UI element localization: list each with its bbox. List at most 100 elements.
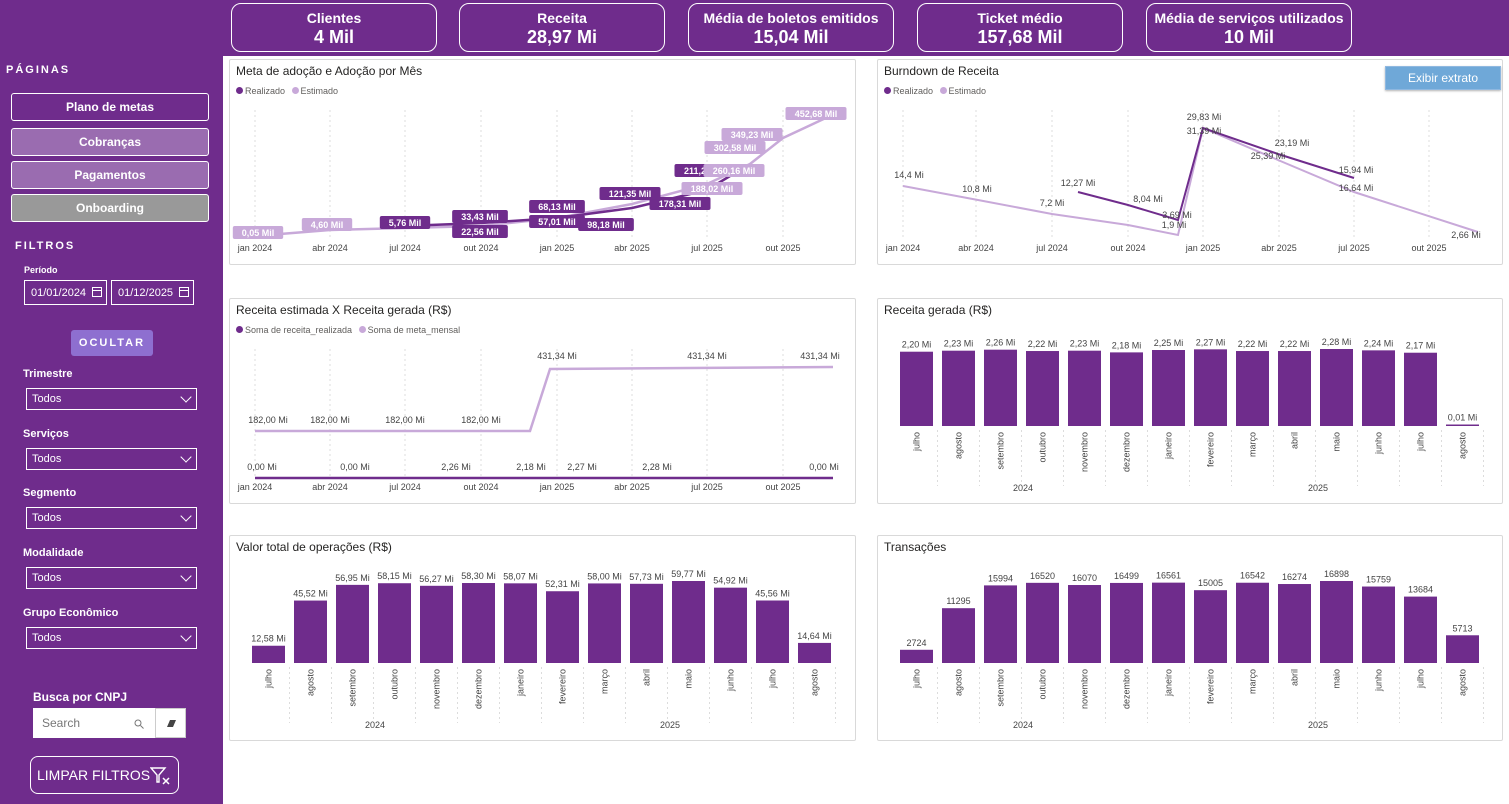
page-button-onboarding[interactable]: Onboarding xyxy=(11,194,209,222)
year-label: 2025 xyxy=(660,720,680,730)
bar xyxy=(756,600,789,663)
data-label: 58,30 Mi xyxy=(461,571,496,581)
eraser-icon xyxy=(166,720,176,727)
filter-label-trimestre: Trimestre xyxy=(23,368,73,380)
x-tick-label: jan 2025 xyxy=(1185,243,1221,253)
bar xyxy=(942,608,975,663)
x-tick-label: jan 2024 xyxy=(237,243,273,253)
chart-panel-transacoes: Transações 2724 julho 11295 agosto 15994 sete… xyxy=(877,535,1503,741)
filter-select-modalidade[interactable]: Todos xyxy=(26,567,197,589)
data-label: 2,66 Mi xyxy=(1451,230,1481,240)
data-label: 15759 xyxy=(1366,575,1391,585)
bar xyxy=(714,587,747,663)
bar xyxy=(546,591,579,663)
x-tick-label: jan 2024 xyxy=(237,482,273,492)
chevron-down-icon xyxy=(180,630,192,642)
data-label: 14,64 Mi xyxy=(797,631,832,641)
data-label: 16561 xyxy=(1156,571,1181,581)
data-label: 431,34 Mi xyxy=(800,351,840,361)
bar xyxy=(1320,581,1353,663)
eraser-button[interactable] xyxy=(155,708,186,738)
bar xyxy=(900,649,933,663)
x-tick-label: março xyxy=(1248,432,1258,457)
kpi-title: Clientes xyxy=(306,10,362,26)
data-label: 0,01 Mi xyxy=(1448,413,1478,423)
data-label: 12,58 Mi xyxy=(251,634,286,644)
page-button-pagamentos[interactable]: Pagamentos xyxy=(11,161,209,189)
x-tick-label: maio xyxy=(1332,432,1342,452)
bar xyxy=(1446,424,1479,426)
bar xyxy=(1110,582,1143,663)
chart-receita-gerada: 2,20 Mi julho 2,23 Mi agosto 2,26 Mi setembro… xyxy=(900,337,1484,493)
bar xyxy=(798,642,831,663)
date-start-input[interactable]: 01/01/2024 xyxy=(24,280,107,305)
bar xyxy=(1278,584,1311,663)
chart-panel-receita-gerada: Receita gerada (R$) 2,20 Mi julho 2,23 Mi a… xyxy=(877,298,1503,504)
cnpj-search-input[interactable]: Search xyxy=(33,708,155,738)
kpi-value: 10 Mil xyxy=(1223,27,1275,47)
x-tick-label: agosto xyxy=(1458,669,1468,696)
data-label: 29,83 Mi xyxy=(1187,112,1222,122)
x-tick-label: outubro xyxy=(390,669,400,700)
data-label: 188,02 Mil xyxy=(691,184,734,194)
filter-select-trimestre[interactable]: Todos xyxy=(26,388,197,410)
data-label: 2,17 Mi xyxy=(1406,341,1436,351)
kpi-card-ticket: Ticket médio 157,68 Mil xyxy=(917,3,1123,52)
data-label: 56,27 Mi xyxy=(419,574,454,584)
chevron-down-icon xyxy=(180,451,192,463)
page-button-plano-de-metas[interactable]: Plano de metas xyxy=(11,93,209,121)
date-end-input[interactable]: 01/12/2025 xyxy=(111,280,194,305)
filter-select-servicos[interactable]: Todos xyxy=(26,448,197,470)
x-tick-label: abr 2024 xyxy=(312,482,348,492)
x-tick-label: jan 2025 xyxy=(539,482,575,492)
x-tick-label: setembro xyxy=(348,669,358,707)
bar xyxy=(1362,586,1395,663)
calendar-icon[interactable] xyxy=(179,287,189,297)
bar xyxy=(1194,349,1227,426)
show-statement-button[interactable]: Exibir extrato xyxy=(1385,66,1501,90)
data-label: 4,60 Mil xyxy=(311,220,344,230)
year-label: 2024 xyxy=(1013,483,1033,493)
bar xyxy=(1152,582,1185,663)
bar xyxy=(1236,351,1269,426)
bar xyxy=(336,584,369,663)
x-tick-label: out 2025 xyxy=(1411,243,1446,253)
bar xyxy=(1110,352,1143,426)
bar xyxy=(1446,635,1479,663)
kpi-value: 4 Mil xyxy=(313,27,354,47)
x-tick-label: out 2024 xyxy=(1110,243,1145,253)
data-label: 0,00 Mi xyxy=(340,462,370,472)
page-button-cobrancas[interactable]: Cobranças xyxy=(11,128,209,156)
bar xyxy=(378,583,411,663)
clear-filters-button[interactable]: LIMPAR FILTROS xyxy=(30,756,179,794)
hide-button[interactable]: OCULTAR xyxy=(71,330,153,356)
sidebar: PÁGINAS Plano de metas Cobranças Pagamen… xyxy=(0,56,223,804)
data-label: 3,69 Mi xyxy=(1162,210,1192,220)
x-tick-label: jul 2024 xyxy=(388,482,421,492)
x-tick-label: jul 2025 xyxy=(1337,243,1370,253)
filter-select-grupo-economico[interactable]: Todos xyxy=(26,627,197,649)
data-label: 2,23 Mi xyxy=(1070,339,1100,349)
calendar-icon[interactable] xyxy=(92,287,102,297)
data-label: 8,04 Mi xyxy=(1133,194,1163,204)
kpi-title: Média de boletos emitidos xyxy=(703,10,879,26)
data-label: 16542 xyxy=(1240,571,1265,581)
data-label: 2,22 Mi xyxy=(1280,339,1310,349)
data-label: 68,13 Mil xyxy=(538,202,576,212)
filter-select-segmento[interactable]: Todos xyxy=(26,507,197,529)
kpi-value: 157,68 Mil xyxy=(977,27,1063,47)
data-label: 2,26 Mi xyxy=(986,338,1016,348)
x-tick-label: janeiro xyxy=(1164,432,1174,460)
x-tick-label: fevereiro xyxy=(558,669,568,704)
data-label: 2,18 Mi xyxy=(516,462,546,472)
data-label: 2,22 Mi xyxy=(1238,339,1268,349)
data-label: 2,24 Mi xyxy=(1364,338,1394,348)
data-label: 45,56 Mi xyxy=(755,588,790,598)
data-label: 15994 xyxy=(988,573,1013,583)
x-tick-label: jul 2025 xyxy=(690,482,723,492)
x-tick-label: abr 2025 xyxy=(1261,243,1297,253)
x-tick-label: jan 2025 xyxy=(539,243,575,253)
bar xyxy=(1194,590,1227,663)
filter-label-modalidade: Modalidade xyxy=(23,547,84,559)
bar xyxy=(462,583,495,663)
